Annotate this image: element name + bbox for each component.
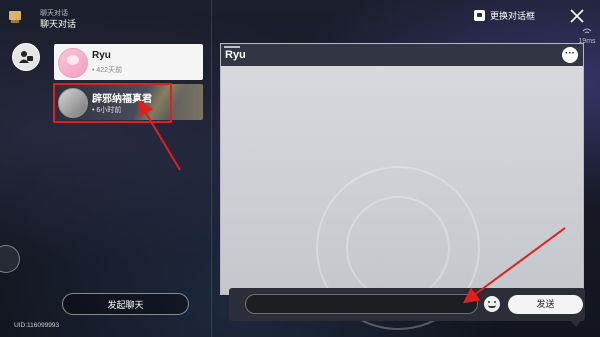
- message-area: [221, 66, 583, 330]
- last-active-time: • 422天前: [92, 67, 123, 74]
- input-bar-tail: [571, 321, 581, 327]
- chat-header-icon: [7, 9, 23, 25]
- chat-person-icon: [19, 50, 33, 69]
- emoji-icon[interactable]: [484, 296, 500, 312]
- emblem-watermark-inner: [346, 196, 450, 300]
- chat-title: Ryu: [225, 49, 246, 61]
- start-chat-button[interactable]: 发起聊天: [62, 293, 189, 315]
- header-accent-bar: [224, 46, 240, 48]
- highlight-box: [53, 83, 172, 123]
- chat-panel: Ryu ···: [220, 43, 584, 330]
- more-options-button[interactable]: ···: [562, 47, 578, 63]
- page-title: 聊天对话: [40, 19, 77, 29]
- chat-header: Ryu ···: [221, 44, 583, 66]
- panel-divider: [211, 0, 212, 337]
- send-button[interactable]: 发送: [508, 295, 583, 314]
- contact-name: Ryu: [92, 50, 111, 61]
- avatar: [58, 48, 88, 78]
- message-input[interactable]: [245, 294, 478, 314]
- change-dialog-label: 更换对话框: [490, 11, 536, 21]
- wifi-icon: [582, 28, 592, 34]
- uid-label: UID:116099993: [14, 322, 60, 329]
- close-button[interactable]: [567, 6, 587, 26]
- close-icon: [570, 9, 584, 23]
- change-dialog-button[interactable]: 更换对话框: [474, 9, 535, 22]
- chat-list-item-ryu[interactable]: Ryu • 422天前: [54, 44, 203, 80]
- dialog-box-icon: [474, 10, 485, 21]
